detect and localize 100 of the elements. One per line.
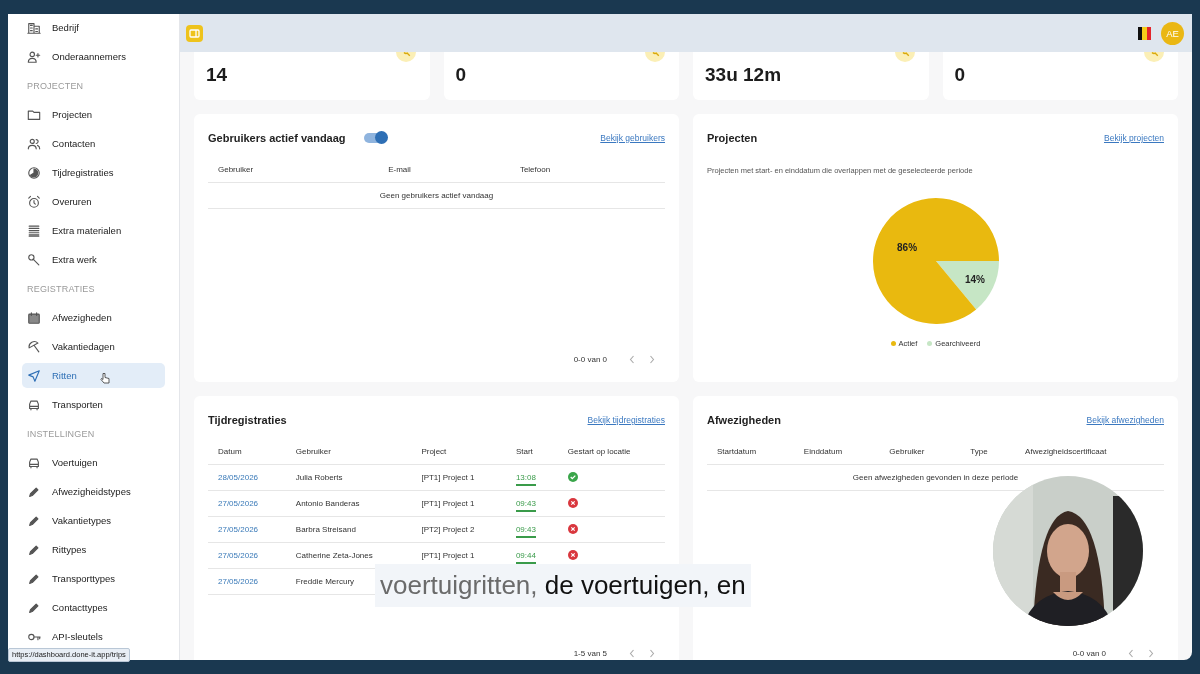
sidebar-item[interactable]: Overuren [22, 189, 165, 214]
stat-value: 33u 12m [705, 64, 782, 86]
pencil-icon [27, 484, 41, 499]
date-link[interactable]: 27/05/2026 [218, 499, 259, 508]
start-time: 09:43 [515, 525, 536, 538]
search-icon [1144, 52, 1164, 62]
date-link[interactable]: 27/05/2026 [218, 577, 259, 586]
table-cell: Julia Roberts [285, 464, 412, 491]
table-cell: [PT1] Project 1 [421, 499, 475, 508]
column-header: Gebruiker [208, 156, 379, 183]
slice-label: 14% [964, 274, 985, 286]
car-icon [27, 397, 41, 412]
table-cell: [PT1] Project 1 [421, 551, 475, 560]
slice-label: 86% [896, 242, 917, 254]
section-heading: INSTELLINGEN [26, 427, 96, 441]
sidebar-item[interactable]: Bedrijf [22, 15, 165, 40]
pagination-text: 1-5 van 5 [573, 649, 607, 658]
table-cell: [PT1] Project 1 [421, 473, 475, 482]
chevron-left-icon[interactable] [1128, 649, 1134, 658]
pencil-icon [27, 542, 41, 557]
sidebar-item[interactable]: Vakantietypes [22, 508, 165, 533]
card-title: Tijdregistraties [208, 414, 287, 426]
sidebar-item[interactable]: Extra materialen [22, 218, 165, 243]
sidebar-item[interactable]: Extra werk [22, 247, 165, 272]
folder-icon [27, 107, 41, 122]
search-icon [395, 52, 416, 62]
chevron-left-icon[interactable] [629, 355, 635, 364]
start-time: 13:08 [515, 473, 536, 486]
stat-value: 14 [206, 64, 228, 86]
pagination-text: 0-0 van 0 [1072, 649, 1106, 658]
pagination-text: 0-0 van 0 [573, 355, 607, 364]
column-header: Type [960, 438, 1016, 465]
chevron-right-icon[interactable] [649, 355, 655, 364]
empty-message: Geen gebruikers actief vandaag [208, 182, 665, 209]
table-cell: Barbra Streisand [285, 516, 412, 543]
search-icon [894, 52, 915, 62]
users-icon [27, 136, 41, 151]
table-cell: Antonio Banderas [285, 490, 412, 517]
send-icon [27, 368, 41, 383]
table-cell: [PT2] Project 2 [421, 525, 475, 534]
view-all-link[interactable]: Bekijk tijdregistraties [587, 415, 665, 425]
sidebar-item[interactable]: API-sleutels [22, 624, 165, 649]
column-header: Telefoon [509, 156, 665, 183]
pencil-icon [27, 513, 41, 528]
sidebar-item[interactable]: Contacttypes [22, 595, 165, 620]
sidebar-item[interactable]: Afwezigheden [22, 305, 165, 330]
pointer-cursor-icon [100, 372, 110, 384]
column-header: Gebruiker [285, 438, 412, 465]
clock-icon [27, 165, 41, 180]
pencil-icon [27, 600, 41, 615]
date-link[interactable]: 27/05/2026 [218, 525, 259, 534]
building-icon [27, 20, 41, 35]
sidebar-item[interactable]: Voertuigen [22, 450, 165, 475]
column-header: Datum [208, 438, 286, 465]
stat-value: 0 [455, 64, 467, 86]
sidebar-item[interactable]: Vakantiedagen [22, 334, 165, 359]
sidebar-item[interactable]: Projecten [22, 102, 165, 127]
chevron-right-icon[interactable] [649, 649, 655, 658]
calendar-icon [27, 310, 41, 325]
sidebar-item[interactable]: Afwezigheidstypes [22, 479, 165, 504]
stat-value: 0 [954, 64, 966, 86]
column-header: Gestart op locatie [557, 438, 665, 465]
column-header: Start [505, 438, 558, 465]
column-header: Startdatum [707, 438, 794, 465]
card-title: Gebruikers actief vandaag [208, 132, 346, 144]
view-all-link[interactable]: Bekijk afwezigheden [1086, 415, 1164, 425]
column-header: Project [411, 438, 506, 465]
section-heading: REGISTRATIES [26, 282, 96, 296]
sidebar-item[interactable]: Transporttypes [22, 566, 165, 591]
date-link[interactable]: 27/05/2026 [218, 551, 259, 560]
search-icon [645, 52, 665, 62]
section-heading: PROJECTEN [26, 79, 85, 93]
pencil-icon [27, 571, 41, 586]
sidebar-item[interactable]: Tijdregistraties [22, 160, 165, 185]
panel-icon [189, 28, 200, 38]
sidebar-toggle-button[interactable] [186, 24, 203, 42]
column-header: Einddatum [793, 438, 880, 465]
chevron-left-icon[interactable] [629, 649, 635, 658]
subtitle-caption: voertuigritten, de voertuigen, en [375, 564, 751, 607]
card-title: Projecten [707, 132, 758, 144]
sidebar-item[interactable]: Contacten [22, 131, 165, 156]
alarm-clock-icon [27, 194, 41, 209]
sidebar-item[interactable]: Onderaannemers [22, 44, 165, 69]
date-link[interactable]: 28/05/2026 [218, 473, 259, 482]
card-title: Afwezigheden [707, 414, 781, 426]
chevron-right-icon[interactable] [1148, 649, 1154, 658]
toggle-switch[interactable] [363, 133, 386, 143]
column-header: Gebruiker [879, 438, 961, 465]
car-icon [27, 455, 41, 470]
column-header: Afwezigheidscertificaat [1015, 438, 1164, 465]
list-icon [27, 223, 41, 238]
start-time: 09:43 [515, 499, 536, 512]
sidebar-item[interactable]: Ritten [22, 363, 165, 388]
column-header: E-mail [378, 156, 510, 183]
view-all-link[interactable]: Bekijk projecten [1104, 133, 1164, 143]
sidebar-item[interactable]: Rittypes [22, 537, 165, 562]
flag-icon[interactable] [1138, 26, 1151, 40]
user-plus-icon [27, 49, 41, 64]
view-all-link[interactable]: Bekijk gebruikers [600, 133, 665, 143]
sidebar-item[interactable]: Transporten [22, 392, 165, 417]
